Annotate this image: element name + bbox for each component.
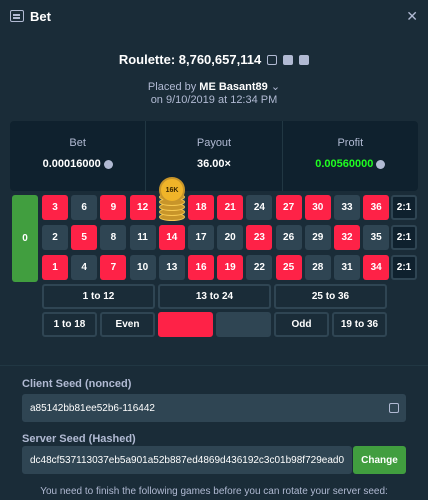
server-seed-value: dc48cf537113037eb5a901a52b887ed4869d4361… xyxy=(30,454,345,466)
number-cell-23[interactable]: 23 xyxy=(246,225,273,250)
number-cell-36[interactable]: 36 xyxy=(363,195,390,220)
close-icon[interactable]: ✕ xyxy=(406,8,418,25)
number-cell-31[interactable]: 31 xyxy=(334,255,360,280)
modal-header: Bet ✕ xyxy=(0,0,428,32)
number-cell-11[interactable]: 11 xyxy=(129,225,156,250)
number-cell-2[interactable]: 2 xyxy=(42,225,68,250)
number-cell-13[interactable]: 13 xyxy=(158,255,185,280)
column-bet-2[interactable]: 2:1 xyxy=(391,225,417,250)
number-cell-32[interactable]: 32 xyxy=(334,225,360,250)
btc-coin-icon xyxy=(376,159,386,169)
number-cell-34[interactable]: 34 xyxy=(363,255,390,280)
number-cell-12[interactable]: 12 xyxy=(129,195,156,220)
placed-prefix: Placed by xyxy=(147,81,197,93)
number-cell-30[interactable]: 30 xyxy=(304,195,331,220)
number-cell-22[interactable]: 22 xyxy=(246,255,273,280)
btc-coin-icon xyxy=(103,159,113,169)
fairness-panel: Client Seed (nonced) a85142bb81ee52b6-11… xyxy=(0,365,428,500)
number-cell-27[interactable]: 27 xyxy=(275,195,302,220)
bet-value: 0.00016000 xyxy=(42,158,101,170)
server-seed-label: Server Seed (Hashed) xyxy=(22,433,136,445)
number-cell-19[interactable]: 19 xyxy=(217,255,244,280)
chip-stack: 16K xyxy=(159,177,185,221)
placed-date: on 9/10/2019 at 12:34 PM xyxy=(150,94,278,106)
even-bet[interactable]: Even xyxy=(100,312,155,337)
number-cell-7[interactable]: 7 xyxy=(100,255,127,280)
twitter-icon[interactable] xyxy=(299,54,310,65)
bet-stats: Bet 0.00016000 Payout 36.00× Profit 0.00… xyxy=(10,121,418,191)
number-cell-10[interactable]: 10 xyxy=(129,255,156,280)
profit-label: Profit xyxy=(337,137,364,149)
copy-icon[interactable] xyxy=(389,403,399,413)
number-cell-18[interactable]: 18 xyxy=(188,195,214,220)
dozen-bet-2[interactable]: 13 to 24 xyxy=(158,284,271,309)
server-seed-field[interactable]: dc48cf537113037eb5a901a52b887ed4869d4361… xyxy=(22,446,352,474)
number-cell-14[interactable]: 14 xyxy=(158,225,185,250)
username-link[interactable]: Basant89 xyxy=(219,81,268,93)
number-cell-8[interactable]: 8 xyxy=(100,225,127,250)
modal-title: Bet xyxy=(30,8,51,24)
number-cell-28[interactable]: 28 xyxy=(304,255,331,280)
profit-value: 0.00560000 xyxy=(315,158,374,170)
facebook-icon[interactable] xyxy=(283,54,294,65)
rotate-seed-notice: You need to finish the following games b… xyxy=(40,486,388,497)
user-badge: ME xyxy=(199,81,216,93)
odd-bet[interactable]: Odd xyxy=(274,312,329,337)
number-cell-0[interactable]: 0 xyxy=(12,195,38,282)
game-title: Roulette: 8,760,657,114 xyxy=(118,52,262,67)
chevron-down-icon[interactable]: ⌄ xyxy=(271,81,280,93)
chip-label: 16K xyxy=(159,177,185,203)
number-cell-9[interactable]: 9 xyxy=(100,195,127,220)
client-seed-field[interactable]: a85142bb81ee52b6-116442 xyxy=(22,394,406,422)
number-cell-5[interactable]: 5 xyxy=(71,225,98,250)
number-cell-24[interactable]: 24 xyxy=(246,195,273,220)
bet-label: Bet xyxy=(69,137,86,149)
client-seed-label: Client Seed (nonced) xyxy=(22,378,132,390)
red-bet[interactable] xyxy=(158,312,213,337)
number-cell-26[interactable]: 26 xyxy=(275,225,302,250)
bet-modal: Bet ✕ Roulette: 8,760,657,114 Placed by … xyxy=(0,0,428,500)
dozen-bet-3[interactable]: 25 to 36 xyxy=(274,284,387,309)
placed-by: Placed by ME Basant89 ⌄ on 9/10/2019 at … xyxy=(0,81,428,107)
number-cell-33[interactable]: 33 xyxy=(334,195,360,220)
high-bet[interactable]: 19 to 36 xyxy=(332,312,387,337)
column-bet-3[interactable]: 2:1 xyxy=(391,255,417,280)
number-cell-29[interactable]: 29 xyxy=(304,225,331,250)
game-title-line: Roulette: 8,760,657,114 xyxy=(0,52,428,67)
number-cell-4[interactable]: 4 xyxy=(71,255,98,280)
number-cell-16[interactable]: 16 xyxy=(188,255,214,280)
bet-summary: Roulette: 8,760,657,114 Placed by ME Bas… xyxy=(0,52,428,107)
stat-bet: Bet 0.00016000 xyxy=(10,121,147,191)
number-cell-3[interactable]: 3 xyxy=(42,195,68,220)
column-bet-1[interactable]: 2:1 xyxy=(391,195,417,220)
change-seed-button[interactable]: Change xyxy=(353,446,406,474)
dozen-bet-1[interactable]: 1 to 12 xyxy=(42,284,155,309)
low-bet[interactable]: 1 to 18 xyxy=(42,312,97,337)
client-seed-value: a85142bb81ee52b6-116442 xyxy=(30,402,155,414)
stat-profit: Profit 0.00560000 xyxy=(283,121,418,191)
number-cell-35[interactable]: 35 xyxy=(363,225,390,250)
black-bet[interactable] xyxy=(216,312,271,337)
bet-list-icon xyxy=(10,10,24,22)
copy-icon[interactable] xyxy=(267,54,278,65)
number-cell-25[interactable]: 25 xyxy=(275,255,302,280)
number-cell-17[interactable]: 17 xyxy=(188,225,214,250)
payout-label: Payout xyxy=(196,137,232,149)
number-cell-20[interactable]: 20 xyxy=(217,225,244,250)
number-cell-1[interactable]: 1 xyxy=(42,255,68,280)
payout-value: 36.00× xyxy=(197,158,231,170)
number-cell-6[interactable]: 6 xyxy=(71,195,98,220)
number-cell-21[interactable]: 21 xyxy=(217,195,244,220)
